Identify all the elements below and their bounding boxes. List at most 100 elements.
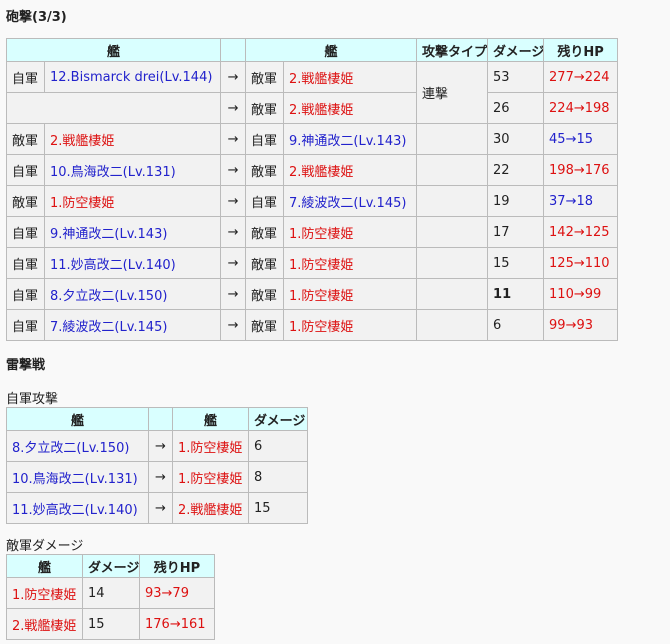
ship-a-link[interactable]: 8.夕立改二(Lv.150) <box>43 278 222 310</box>
ship-a-link[interactable]: 12.Bismarck drei(Lv.144) <box>43 61 222 93</box>
side-a: 自軍 <box>6 154 45 186</box>
remaining-hp: 125→110 <box>543 247 619 279</box>
side-b: 敵軍 <box>245 92 285 124</box>
ship-a-link[interactable]: 7.綾波改二(Lv.145) <box>43 309 222 341</box>
enemy-damage-table: 艦 ダメージ 残りHP 1.防空棲姫 14 93→79 2.戦艦棲姫 15 17… <box>6 554 215 640</box>
damage: 30 <box>487 123 545 155</box>
arrow: → <box>220 123 247 155</box>
ship-b-link[interactable]: 2.戦艦棲姫 <box>283 154 418 186</box>
arrow: → <box>148 461 173 493</box>
ship-b-link[interactable]: 1.防空棲姫 <box>283 216 418 248</box>
remaining-hp: 45→15 <box>543 123 619 155</box>
col-header-damage: ダメージ <box>487 38 545 62</box>
col-header-damage: ダメージ <box>82 554 140 578</box>
empty-attacker <box>5 92 222 124</box>
enemy-damage-label: 敵軍ダメージ <box>6 539 84 554</box>
col-header-ship-b: 艦 <box>245 38 418 62</box>
col-header-arrow <box>220 38 247 62</box>
col-header-attack-type: 攻撃タイプ <box>416 38 489 62</box>
table-row: 自軍 10.鳥海改二(Lv.131) → 敵軍 2.戦艦棲姫 22 198→17… <box>6 154 619 186</box>
arrow: → <box>220 185 247 217</box>
col-header-ship-b: 艦 <box>172 407 249 431</box>
damage: 15 <box>248 492 308 524</box>
ship-b-link[interactable]: 2.戦艦棲姫 <box>172 492 249 524</box>
table-row: 自軍 11.妙高改二(Lv.140) → 敵軍 1.防空棲姫 15 125→11… <box>6 247 619 279</box>
shelling-header-row: 艦 艦 攻撃タイプ ダメージ 残りHP <box>5 38 619 62</box>
ship-a-link[interactable]: 11.妙高改二(Lv.140) <box>6 492 149 524</box>
damage: 6 <box>487 309 545 341</box>
torpedo-header-row: 艦 艦 ダメージ <box>6 407 308 431</box>
damage: 53 <box>487 61 545 93</box>
ship-b-link[interactable]: 1.防空棲姫 <box>172 430 249 462</box>
ship-a-link[interactable]: 8.夕立改二(Lv.150) <box>6 430 149 462</box>
col-header-ship-a: 艦 <box>5 38 222 62</box>
shelling-title: 砲撃(3/3) <box>6 10 67 25</box>
side-b: 敵軍 <box>245 278 285 310</box>
attack-type-empty <box>416 278 489 310</box>
torpedo-table: 艦 艦 ダメージ 8.夕立改二(Lv.150) → 1.防空棲姫 6 10.鳥海… <box>6 407 308 524</box>
ship-b-link[interactable]: 1.防空棲姫 <box>283 247 418 279</box>
side-a: 敵軍 <box>6 123 45 155</box>
ship-b-link[interactable]: 2.戦艦棲姫 <box>283 61 418 93</box>
enemy-damage-header-row: 艦 ダメージ 残りHP <box>6 554 215 578</box>
ship-a-link[interactable]: 10.鳥海改二(Lv.131) <box>43 154 222 186</box>
side-b: 敵軍 <box>245 154 285 186</box>
attack-type: 連撃 <box>416 61 489 124</box>
ship-b-link[interactable]: 7.綾波改二(Lv.145) <box>283 185 418 217</box>
torpedo-title: 雷撃戦 <box>6 358 46 373</box>
arrow: → <box>148 492 173 524</box>
table-row: → 敵軍 2.戦艦棲姫 26 224→198 <box>5 92 619 124</box>
table-row: 2.戦艦棲姫 15 176→161 <box>6 608 215 640</box>
damage: 26 <box>487 92 545 124</box>
side-a: 自軍 <box>6 247 45 279</box>
side-a: 自軍 <box>6 278 45 310</box>
attack-type-empty <box>416 185 489 217</box>
col-header-ship: 艦 <box>6 554 83 578</box>
table-row: 敵軍 1.防空棲姫 → 自軍 7.綾波改二(Lv.145) 19 37→18 <box>6 185 619 217</box>
table-row: 11.妙高改二(Lv.140) → 2.戦艦棲姫 15 <box>6 492 308 524</box>
side-a: 自軍 <box>6 61 45 93</box>
damage: 11 <box>487 278 545 310</box>
remaining-hp: 142→125 <box>543 216 619 248</box>
side-a: 自軍 <box>6 216 45 248</box>
remaining-hp: 93→79 <box>139 577 215 609</box>
arrow: → <box>220 92 247 124</box>
ship-a-link[interactable]: 9.神通改二(Lv.143) <box>43 216 222 248</box>
side-b: 敵軍 <box>245 61 285 93</box>
ship-b-link[interactable]: 9.神通改二(Lv.143) <box>283 123 418 155</box>
ship-a-link[interactable]: 10.鳥海改二(Lv.131) <box>6 461 149 493</box>
side-a: 敵軍 <box>6 185 45 217</box>
attack-type-empty <box>416 154 489 186</box>
remaining-hp: 176→161 <box>139 608 215 640</box>
damage: 17 <box>487 216 545 248</box>
table-row: 自軍 12.Bismarck drei(Lv.144) → 敵軍 2.戦艦棲姫 … <box>6 61 619 124</box>
attack-type-empty <box>416 247 489 279</box>
damage: 14 <box>82 577 140 609</box>
table-row: 10.鳥海改二(Lv.131) → 1.防空棲姫 8 <box>6 461 308 493</box>
side-a: 自軍 <box>6 309 45 341</box>
remaining-hp: 198→176 <box>543 154 619 186</box>
ship-b-link[interactable]: 2.戦艦棲姫 <box>283 92 418 124</box>
arrow: → <box>220 278 247 310</box>
ship-b-link[interactable]: 1.防空棲姫 <box>283 309 418 341</box>
ship-b-link[interactable]: 1.防空棲姫 <box>172 461 249 493</box>
ship-a-link[interactable]: 11.妙高改二(Lv.140) <box>43 247 222 279</box>
attack-type-empty <box>416 309 489 341</box>
col-header-ship-a: 艦 <box>6 407 149 431</box>
attack-type-empty <box>416 216 489 248</box>
own-attack-label: 自軍攻撃 <box>6 392 59 407</box>
ship-a-link[interactable]: 1.防空棲姫 <box>43 185 222 217</box>
remaining-hp: 37→18 <box>543 185 619 217</box>
table-row: 8.夕立改二(Lv.150) → 1.防空棲姫 6 <box>6 430 308 462</box>
side-b: 自軍 <box>245 185 285 217</box>
table-row: 自軍 7.綾波改二(Lv.145) → 敵軍 1.防空棲姫 6 99→93 <box>6 309 619 341</box>
col-header-damage: ダメージ <box>248 407 308 431</box>
damage: 8 <box>248 461 308 493</box>
ship-a-link[interactable]: 2.戦艦棲姫 <box>43 123 222 155</box>
attack-type-empty <box>416 123 489 155</box>
ship-link[interactable]: 1.防空棲姫 <box>6 577 83 609</box>
table-row: 敵軍 2.戦艦棲姫 → 自軍 9.神通改二(Lv.143) 30 45→15 <box>6 123 619 155</box>
ship-b-link[interactable]: 1.防空棲姫 <box>283 278 418 310</box>
ship-link[interactable]: 2.戦艦棲姫 <box>6 608 83 640</box>
remaining-hp: 110→99 <box>543 278 619 310</box>
